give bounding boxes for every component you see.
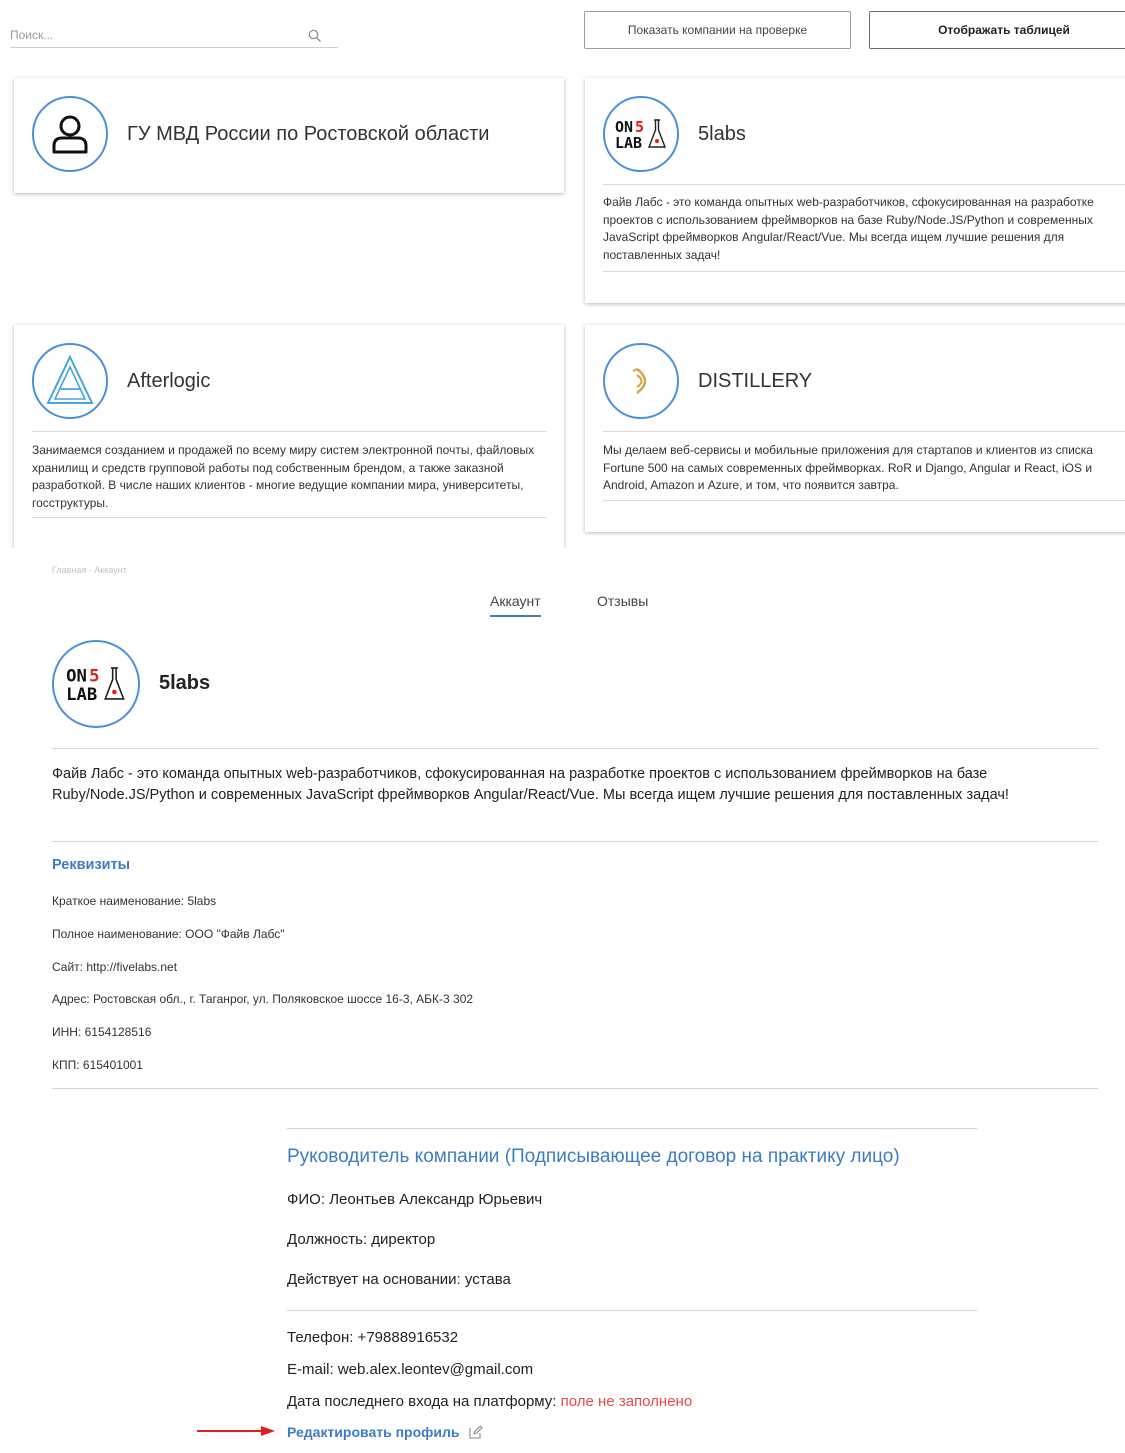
divider — [32, 431, 546, 432]
show-table-button[interactable]: Отображать таблицей — [869, 11, 1125, 49]
divider — [287, 1310, 977, 1311]
divider — [603, 431, 1125, 432]
requisite-address: Адрес: Ростовская обл., г. Таганрог, ул.… — [52, 992, 474, 1006]
distillery-logo — [603, 343, 679, 419]
divider — [287, 1128, 977, 1129]
requisite-kpp: КПП: 615401001 — [52, 1058, 143, 1072]
svg-text:LAB: LAB — [615, 134, 642, 152]
card-title: Afterlogic — [127, 369, 211, 392]
contact-email: E-mail: web.alex.leontev@gmail.com — [287, 1361, 534, 1378]
edit-profile-label: Редактировать профиль — [287, 1424, 460, 1440]
divider — [603, 500, 1125, 501]
tab-reviews[interactable]: Отзывы — [597, 593, 648, 615]
company-list-screen: Показать компании на проверке Отображать… — [0, 0, 1125, 548]
red-arrow-icon — [197, 1426, 275, 1436]
card-title: DISTILLERY — [698, 369, 813, 392]
card-description: Файв Лабс - это команда опытных web-разр… — [603, 195, 1094, 262]
card-title: ГУ МВД России по Ростовской области — [127, 122, 490, 145]
divider — [32, 517, 546, 518]
head-basis: Действует на основании: устава — [287, 1271, 511, 1288]
company-head-title: Руководитель компании (Подписывающее дог… — [287, 1146, 900, 1167]
last-login-label: Дата последнего входа на платформу: — [287, 1393, 561, 1410]
head-full-name: ФИО: Леонтьев Александр Юрьевич — [287, 1191, 543, 1208]
edit-icon[interactable] — [468, 1424, 483, 1440]
card-header: Afterlogic — [32, 343, 210, 419]
company-name: 5labs — [159, 672, 211, 694]
show-on-review-button[interactable]: Показать компании на проверке — [584, 11, 851, 49]
requisite-inn: ИНН: 6154128516 — [52, 1025, 152, 1039]
person-icon — [32, 96, 108, 172]
edit-profile-link[interactable]: Редактировать профиль — [287, 1424, 483, 1440]
tab-account[interactable]: Аккаунт — [490, 593, 541, 617]
card-description: Занимаемся созданием и продажей по всему… — [32, 443, 535, 510]
divider — [52, 1088, 1098, 1089]
last-login: Дата последнего входа на платформу: поле… — [287, 1393, 692, 1410]
requisite-short-name: Краткое наименование: 5labs — [52, 894, 217, 908]
requisites-title: Реквизиты — [52, 857, 131, 873]
company-card[interactable]: ON 5 LAB 5labs Файв Лабс - это команда о… — [585, 78, 1125, 303]
company-description: Файв Лабс - это команда опытных web-разр… — [52, 766, 1009, 803]
last-login-value: поле не заполнено — [560, 1393, 693, 1410]
company-card[interactable]: Afterlogic Занимаемся созданием и продаж… — [14, 325, 564, 548]
company-profile-screen: Главная · Аккаунт Аккаунт Отзывы ON 5 LA… — [0, 548, 1125, 1453]
card-description: Мы делаем веб-сервисы и мобильные прилож… — [603, 443, 1093, 492]
5labs-logo: ON 5 LAB — [52, 640, 140, 728]
search-box — [10, 22, 338, 48]
divider — [603, 271, 1125, 272]
head-position: Должность: директор — [287, 1231, 436, 1248]
requisite-site: Сайт: http://fivelabs.net — [52, 960, 178, 974]
card-title: 5labs — [698, 122, 746, 145]
afterlogic-logo — [32, 343, 108, 419]
svg-text:ON: ON — [66, 667, 87, 687]
search-input[interactable] — [10, 28, 290, 42]
divider — [52, 748, 1098, 749]
5labs-logo: ON 5 LAB — [603, 96, 679, 172]
profile-tabs: Аккаунт Отзывы — [0, 593, 1125, 623]
card-header: ГУ МВД России по Ростовской области — [32, 96, 489, 172]
company-card[interactable]: ГУ МВД России по Ростовской области — [14, 78, 564, 193]
svg-text:5: 5 — [89, 667, 99, 687]
contact-phone: Телефон: +79888916532 — [287, 1329, 459, 1346]
divider — [52, 841, 1098, 842]
card-header: ON 5 LAB 5labs — [603, 96, 746, 172]
search-icon[interactable] — [308, 29, 322, 43]
svg-text:LAB: LAB — [66, 685, 97, 705]
breadcrumb[interactable]: Главная · Аккаунт — [52, 565, 127, 575]
requisite-full-name: Полное наименование: ООО "Файв Лабс" — [52, 927, 285, 941]
divider — [603, 184, 1125, 185]
card-header: DISTILLERY — [603, 343, 812, 419]
company-card[interactable]: DISTILLERY Мы делаем веб-сервисы и мобил… — [585, 325, 1125, 532]
